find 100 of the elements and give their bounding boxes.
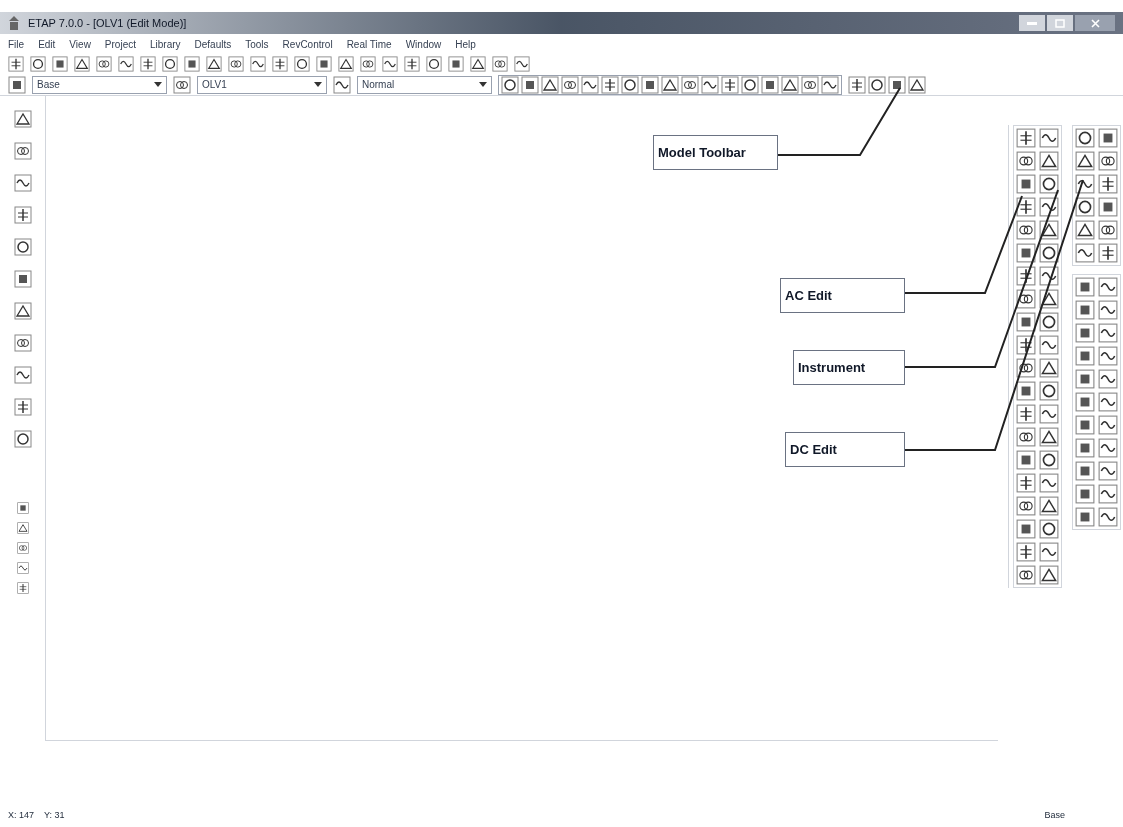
tool-icon[interactable]	[1016, 289, 1036, 309]
tool-icon[interactable]	[1039, 358, 1059, 378]
tool-icon[interactable]	[13, 430, 32, 448]
tool-icon[interactable]	[1098, 415, 1118, 435]
tool-icon[interactable]	[228, 56, 244, 72]
tool-icon[interactable]	[492, 56, 508, 72]
tool-icon[interactable]	[1039, 496, 1059, 516]
tool-icon[interactable]	[1016, 243, 1036, 263]
tool-icon[interactable]	[1075, 507, 1095, 527]
tool-icon[interactable]	[16, 522, 29, 534]
tool-icon[interactable]	[908, 75, 926, 94]
tool-icon[interactable]	[1075, 438, 1095, 458]
tool-icon[interactable]	[1016, 335, 1036, 355]
tool-icon[interactable]	[360, 56, 376, 72]
tool-icon[interactable]	[1039, 565, 1059, 585]
tool-icon[interactable]	[1016, 128, 1036, 148]
menu-item[interactable]: Edit	[38, 36, 56, 52]
tool-icon[interactable]	[1098, 277, 1118, 297]
tool-icon[interactable]	[13, 206, 32, 224]
tool-icon[interactable]	[1016, 220, 1036, 240]
tool-icon[interactable]	[1039, 220, 1059, 240]
tool-icon[interactable]	[1039, 312, 1059, 332]
tool-icon[interactable]	[13, 334, 32, 352]
tool-icon[interactable]	[1016, 266, 1036, 286]
tool-icon[interactable]	[1016, 565, 1036, 585]
tool-icon[interactable]	[13, 302, 32, 320]
tool-icon[interactable]	[250, 56, 266, 72]
tool-icon[interactable]	[1016, 473, 1036, 493]
tool-icon[interactable]	[661, 75, 679, 94]
tool-icon[interactable]	[16, 502, 29, 514]
tool-icon[interactable]	[1075, 369, 1095, 389]
tool-icon[interactable]	[561, 75, 579, 94]
tool-icon[interactable]	[294, 56, 310, 72]
tool-icon[interactable]	[1016, 358, 1036, 378]
tool-icon[interactable]	[641, 75, 659, 94]
presentation-dropdown[interactable]: Base	[32, 75, 167, 94]
tool-icon[interactable]	[1075, 197, 1095, 217]
tool-icon[interactable]	[1075, 415, 1095, 435]
tool-icon[interactable]	[13, 366, 32, 384]
tool-icon[interactable]	[1098, 243, 1118, 263]
tool-icon[interactable]	[848, 75, 866, 94]
tool-icon[interactable]	[1039, 197, 1059, 217]
tool-icon[interactable]	[701, 75, 719, 94]
tool-icon[interactable]	[13, 142, 32, 160]
tool-icon[interactable]	[1075, 300, 1095, 320]
tool-icon[interactable]	[1016, 381, 1036, 401]
tool-icon[interactable]	[1039, 243, 1059, 263]
tool-icon[interactable]	[781, 75, 799, 94]
tool-icon[interactable]	[1098, 151, 1118, 171]
menu-item[interactable]: Real Time	[346, 36, 392, 52]
menu-item[interactable]: Library	[150, 36, 181, 52]
tool-icon[interactable]	[206, 56, 222, 72]
tool-icon[interactable]	[1075, 392, 1095, 412]
tool-icon[interactable]	[13, 270, 32, 288]
tool-icon[interactable]	[1075, 243, 1095, 263]
tool-icon[interactable]	[30, 56, 46, 72]
tool-icon[interactable]	[1039, 427, 1059, 447]
tool-icon[interactable]	[761, 75, 779, 94]
tool-icon[interactable]	[1098, 392, 1118, 412]
tool-icon[interactable]	[1039, 289, 1059, 309]
tool-icon[interactable]	[74, 56, 90, 72]
menu-item[interactable]: Tools	[245, 36, 269, 52]
tool-icon[interactable]	[118, 56, 134, 72]
tool-icon[interactable]	[162, 56, 178, 72]
tool-icon[interactable]	[1039, 542, 1059, 562]
tool-icon[interactable]	[1016, 496, 1036, 516]
tool-icon[interactable]	[1075, 346, 1095, 366]
tool-icon[interactable]	[1039, 335, 1059, 355]
tool-icon[interactable]	[1075, 484, 1095, 504]
tool-icon[interactable]	[821, 75, 839, 94]
tool-icon[interactable]	[1016, 197, 1036, 217]
tool-icon[interactable]	[52, 56, 68, 72]
tool-icon[interactable]	[1075, 128, 1095, 148]
tool-icon[interactable]	[173, 75, 191, 94]
tool-icon[interactable]	[426, 56, 442, 72]
menu-item[interactable]: Help	[455, 36, 476, 52]
menu-item[interactable]: View	[69, 36, 91, 52]
tool-icon[interactable]	[1098, 484, 1118, 504]
tool-icon[interactable]	[721, 75, 739, 94]
tool-icon[interactable]	[13, 398, 32, 416]
menu-item[interactable]: RevControl	[282, 36, 333, 52]
tool-icon[interactable]	[1098, 128, 1118, 148]
tool-icon[interactable]	[1039, 151, 1059, 171]
tool-icon[interactable]	[1098, 369, 1118, 389]
mode-dropdown[interactable]: Normal	[357, 75, 492, 94]
tool-icon[interactable]	[96, 56, 112, 72]
tool-icon[interactable]	[1016, 450, 1036, 470]
tool-icon[interactable]	[501, 75, 519, 94]
tool-icon[interactable]	[681, 75, 699, 94]
tool-icon[interactable]	[514, 56, 530, 72]
tool-icon[interactable]	[470, 56, 486, 72]
tool-icon[interactable]	[1016, 404, 1036, 424]
tool-icon[interactable]	[521, 75, 539, 94]
tool-icon[interactable]	[1039, 266, 1059, 286]
tool-icon[interactable]	[1098, 220, 1118, 240]
tool-icon[interactable]	[1039, 473, 1059, 493]
tool-icon[interactable]	[1039, 404, 1059, 424]
tool-icon[interactable]	[1075, 174, 1095, 194]
tool-icon[interactable]	[1016, 174, 1036, 194]
tool-icon[interactable]	[1075, 151, 1095, 171]
